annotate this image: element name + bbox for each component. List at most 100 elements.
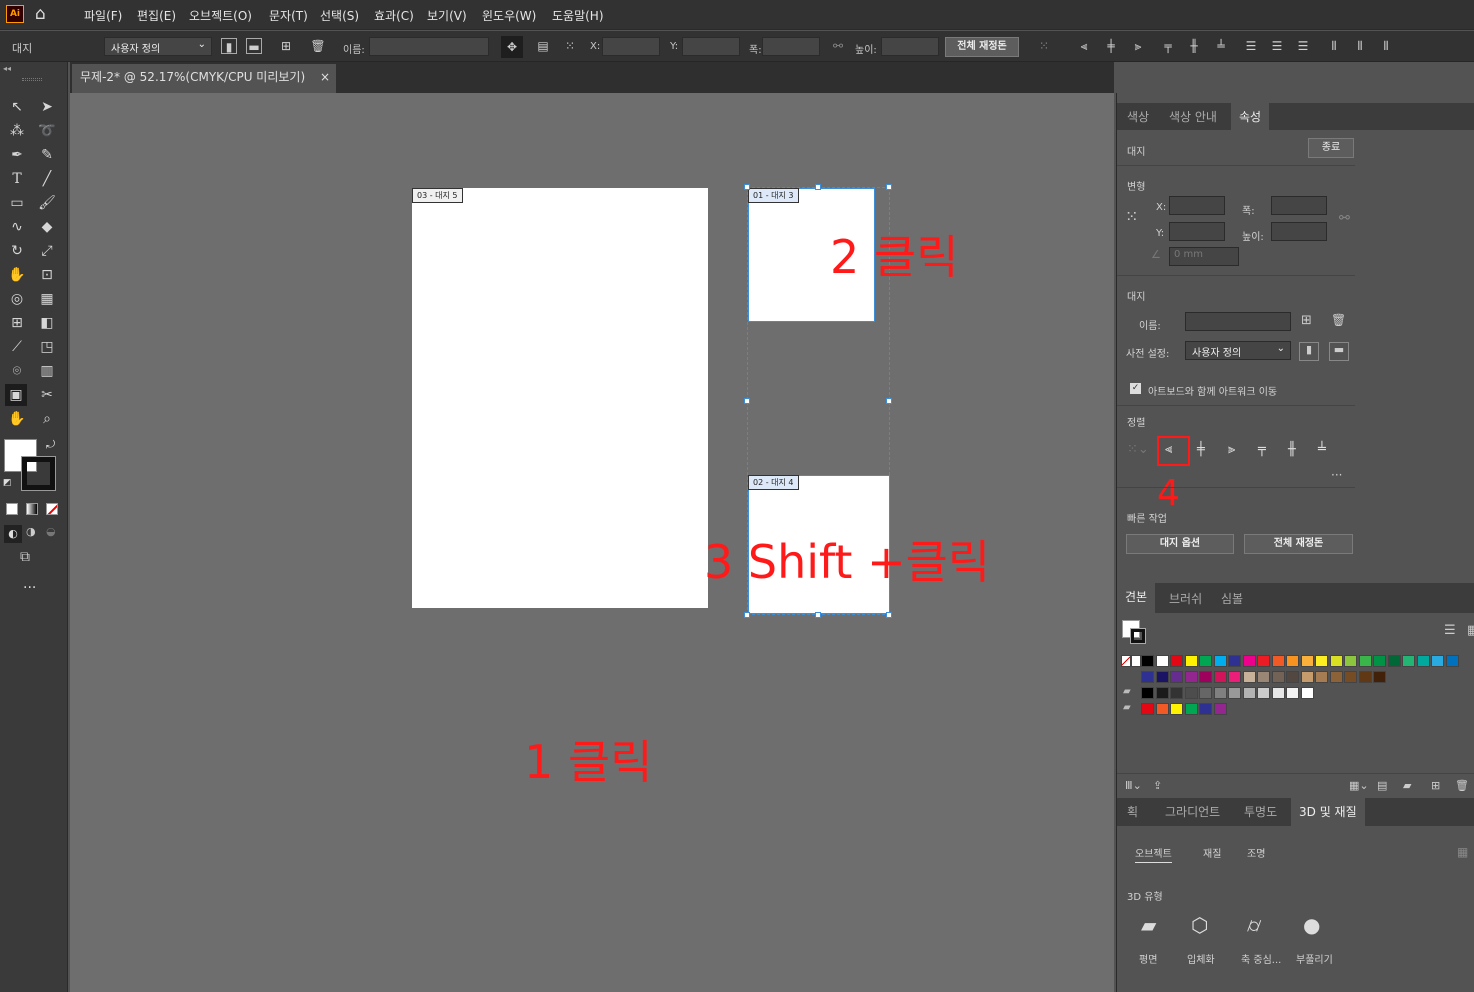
curvature-tool-icon[interactable]: ✎ xyxy=(36,144,58,166)
registration-swatch[interactable] xyxy=(1131,655,1141,667)
artboard-name-field[interactable] xyxy=(1185,312,1291,331)
color-swatch[interactable] xyxy=(1228,687,1241,699)
menu-type[interactable]: 문자(T) xyxy=(269,7,308,24)
zoom-tool-icon[interactable]: ⌕ xyxy=(36,408,58,430)
scale-tool-icon[interactable]: ⤢ xyxy=(36,240,58,262)
color-swatch[interactable] xyxy=(1402,655,1415,667)
color-swatch[interactable] xyxy=(1300,655,1314,667)
delete-artboard-icon[interactable]: 🗑 xyxy=(1331,313,1346,327)
exit-button[interactable]: 종료 xyxy=(1308,138,1354,158)
artboard-options-button[interactable]: 대지 옵션 xyxy=(1126,534,1234,554)
resize-handle[interactable] xyxy=(886,398,892,404)
align-vcenter-icon[interactable]: ╫ xyxy=(1288,442,1296,457)
shaper-tool-icon[interactable]: ∿ xyxy=(6,216,28,238)
menu-edit[interactable]: 편집(E) xyxy=(137,7,176,24)
tab-symbols[interactable]: 심볼 xyxy=(1221,590,1243,607)
paintbrush-tool-icon[interactable]: 🖌 xyxy=(36,192,58,214)
color-swatch[interactable] xyxy=(1199,671,1212,683)
collapse-icon[interactable]: ◂◂ xyxy=(3,64,11,73)
height-field[interactable] xyxy=(881,37,939,56)
portrait-icon[interactable]: ▮ xyxy=(221,38,237,54)
subtab-lighting[interactable]: 조명 xyxy=(1247,845,1265,860)
canvas[interactable]: 03 - 대지 5 01 - 대지 3 02 - 대지 4 2 클릭 3 Shi… xyxy=(70,93,1114,992)
document-tab[interactable]: 무제-2* @ 52.17%(CMYK/CPU 미리보기) × xyxy=(72,64,336,93)
color-swatch[interactable] xyxy=(1141,687,1154,699)
color-swatch[interactable] xyxy=(1431,655,1444,667)
symbol-sprayer-tool-icon[interactable]: ⌾ xyxy=(6,360,28,382)
color-swatch[interactable] xyxy=(1155,687,1169,699)
new-group-icon[interactable]: ▰ xyxy=(1403,779,1411,792)
delete-swatch-icon[interactable]: 🗑 xyxy=(1455,779,1469,792)
y-field[interactable] xyxy=(682,37,740,56)
screen-mode-icon[interactable]: ⧉ xyxy=(20,549,30,565)
preset-select[interactable]: 사용자 정의 ⌄ xyxy=(1185,341,1291,360)
toolbar-grip[interactable] xyxy=(22,78,42,81)
color-mode-icon[interactable] xyxy=(6,503,18,515)
color-swatch[interactable] xyxy=(1286,671,1299,683)
color-swatch[interactable] xyxy=(1257,655,1270,667)
landscape-icon[interactable]: ▬ xyxy=(246,38,262,54)
draw-normal-icon[interactable]: ◐ xyxy=(4,525,22,543)
pen-tool-icon[interactable]: ✒ xyxy=(6,144,28,166)
color-swatch[interactable] xyxy=(1271,671,1285,683)
color-swatch[interactable] xyxy=(1213,655,1227,667)
color-swatch[interactable] xyxy=(1228,655,1241,667)
type-tool-icon[interactable]: T xyxy=(6,168,28,190)
draw-inside-icon[interactable]: ◒ xyxy=(46,525,56,538)
free-transform-tool-icon[interactable]: ⊡ xyxy=(36,264,58,286)
tab-transparency[interactable]: 투명도 xyxy=(1244,803,1277,820)
folder-icon[interactable]: ▰ xyxy=(1123,702,1131,713)
color-swatch[interactable] xyxy=(1199,687,1212,699)
extrude-icon[interactable]: ⬡ xyxy=(1191,913,1208,937)
color-swatch[interactable] xyxy=(1329,655,1343,667)
new-artboard-icon[interactable]: ⊞ xyxy=(1301,313,1312,328)
resize-handle[interactable] xyxy=(886,612,892,618)
more-options-icon[interactable]: ··· xyxy=(1331,468,1342,482)
reference-point-icon[interactable]: ⁙ xyxy=(562,38,578,54)
swap-fill-stroke-icon[interactable]: ⤾ xyxy=(46,438,55,452)
color-swatch[interactable] xyxy=(1213,687,1227,699)
magic-wand-tool-icon[interactable]: ⁂ xyxy=(6,120,28,142)
rearrange-all-button[interactable]: 전체 재정돈 xyxy=(1244,534,1353,554)
menu-effect[interactable]: 효과(C) xyxy=(374,7,414,24)
inflate-icon[interactable]: ● xyxy=(1303,913,1320,937)
align-bottom-icon[interactable]: ╧ xyxy=(1213,38,1229,54)
color-swatch[interactable] xyxy=(1257,687,1270,699)
eyedropper-tool-icon[interactable]: ⟋ xyxy=(6,336,28,358)
align-right-icon[interactable]: ⫸ xyxy=(1130,38,1146,54)
selection-tool-icon[interactable]: ↖ xyxy=(6,96,28,118)
blend-tool-icon[interactable]: ◳ xyxy=(36,336,58,358)
color-swatch[interactable] xyxy=(1344,655,1357,667)
more-tools-icon[interactable]: ··· xyxy=(23,580,36,596)
rotate-tool-icon[interactable]: ↻ xyxy=(6,240,28,262)
preset-select[interactable]: 사용자 정의 ⌄ xyxy=(104,37,212,56)
color-swatch[interactable] xyxy=(1300,687,1314,699)
swatches-stroke-indicator[interactable] xyxy=(1130,628,1146,644)
tab-gradient[interactable]: 그라디언트 xyxy=(1165,803,1220,820)
artboard-label[interactable]: 03 - 대지 5 xyxy=(412,188,463,203)
new-swatch-icon[interactable]: ⊞ xyxy=(1431,779,1440,792)
home-icon[interactable]: ⌂ xyxy=(35,4,55,24)
shape-builder-tool-icon[interactable]: ◎ xyxy=(6,288,28,310)
constrain-proportions-icon[interactable]: ⚯ xyxy=(1339,211,1350,226)
color-swatch[interactable] xyxy=(1300,671,1314,683)
align-to-icon[interactable]: ⁙⌄ xyxy=(1127,442,1149,457)
artboard-tool-icon[interactable]: ▣ xyxy=(5,384,27,406)
close-icon[interactable]: × xyxy=(320,70,330,84)
tab-stroke[interactable]: 획 xyxy=(1127,803,1138,820)
color-swatch[interactable] xyxy=(1373,655,1386,667)
menu-select[interactable]: 선택(S) xyxy=(320,7,359,24)
align-hcenter-icon[interactable]: ╪ xyxy=(1197,442,1205,457)
y-field[interactable] xyxy=(1169,222,1225,241)
rearrange-all-button[interactable]: 전체 재정돈 xyxy=(945,37,1019,57)
color-swatch[interactable] xyxy=(1228,671,1241,683)
align-top-icon[interactable]: ╤ xyxy=(1160,38,1176,54)
distribute-top-icon[interactable]: ☰ xyxy=(1243,38,1259,54)
color-swatch[interactable] xyxy=(1170,655,1183,667)
color-swatch[interactable] xyxy=(1242,687,1256,699)
portrait-icon[interactable]: ▮ xyxy=(1299,342,1319,361)
distribute-vcenter-icon[interactable]: ☰ xyxy=(1269,38,1285,54)
revolve-icon[interactable]: ⌭ xyxy=(1247,913,1261,937)
artboard-5[interactable] xyxy=(412,188,708,608)
move-artwork-icon[interactable]: ✥ xyxy=(501,36,523,58)
